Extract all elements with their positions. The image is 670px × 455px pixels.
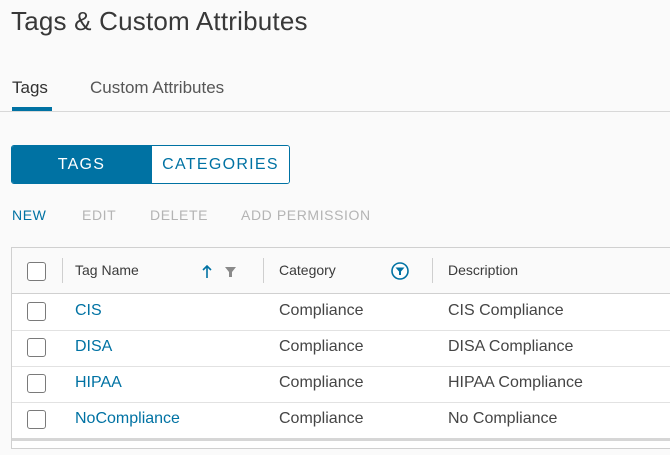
description-cell: No Compliance [448,410,558,427]
tags-datagrid: Tag Name Category Description CIS Compli… [11,247,670,449]
column-header-tag-name[interactable]: Tag Name [75,262,139,278]
table-row[interactable]: CIS Compliance CIS Compliance [12,294,670,331]
description-cell: CIS Compliance [448,302,564,319]
tags-toggle-button[interactable]: TAGS [12,146,151,183]
tag-name-link[interactable]: NoCompliance [75,410,180,428]
tag-name-link[interactable]: DISA [75,338,112,356]
tab-custom-attributes[interactable]: Custom Attributes [90,78,224,98]
select-all-checkbox[interactable] [27,262,46,281]
categories-toggle-button[interactable]: CATEGORIES [151,146,289,183]
column-separator [432,258,433,283]
row-checkbox[interactable] [27,410,46,429]
tag-name-link[interactable]: HIPAA [75,374,122,392]
active-tab-indicator [12,107,52,111]
delete-button[interactable]: DELETE [150,207,208,223]
add-permission-button[interactable]: ADD PERMISSION [241,207,371,223]
new-button[interactable]: NEW [12,207,46,223]
column-header-description[interactable]: Description [448,262,518,278]
tag-name-link[interactable]: CIS [75,302,102,320]
grid-footer-divider [12,438,670,441]
category-cell: Compliance [279,338,364,355]
column-separator [62,258,63,283]
filter-icon[interactable] [225,267,236,277]
category-cell: Compliance [279,302,364,319]
row-checkbox[interactable] [27,374,46,393]
category-cell: Compliance [279,374,364,391]
row-checkbox[interactable] [27,302,46,321]
sort-ascending-icon[interactable] [201,265,213,279]
row-checkbox[interactable] [27,338,46,357]
tags-categories-toggle: TAGS CATEGORIES [11,145,290,184]
description-cell: HIPAA Compliance [448,374,583,391]
table-row[interactable]: DISA Compliance DISA Compliance [12,330,670,367]
page-title: Tags & Custom Attributes [11,6,308,36]
column-header-category[interactable]: Category [279,262,336,278]
column-separator [263,258,264,283]
table-row[interactable]: NoCompliance Compliance No Compliance [12,402,670,439]
filter-active-icon[interactable] [391,262,409,280]
tab-bar: Tags Custom Attributes [0,74,670,112]
description-cell: DISA Compliance [448,338,574,355]
category-cell: Compliance [279,410,364,427]
edit-button[interactable]: EDIT [82,207,116,223]
grid-header: Tag Name Category Description [12,248,670,294]
table-row[interactable]: HIPAA Compliance HIPAA Compliance [12,366,670,403]
tab-tags[interactable]: Tags [12,78,48,98]
